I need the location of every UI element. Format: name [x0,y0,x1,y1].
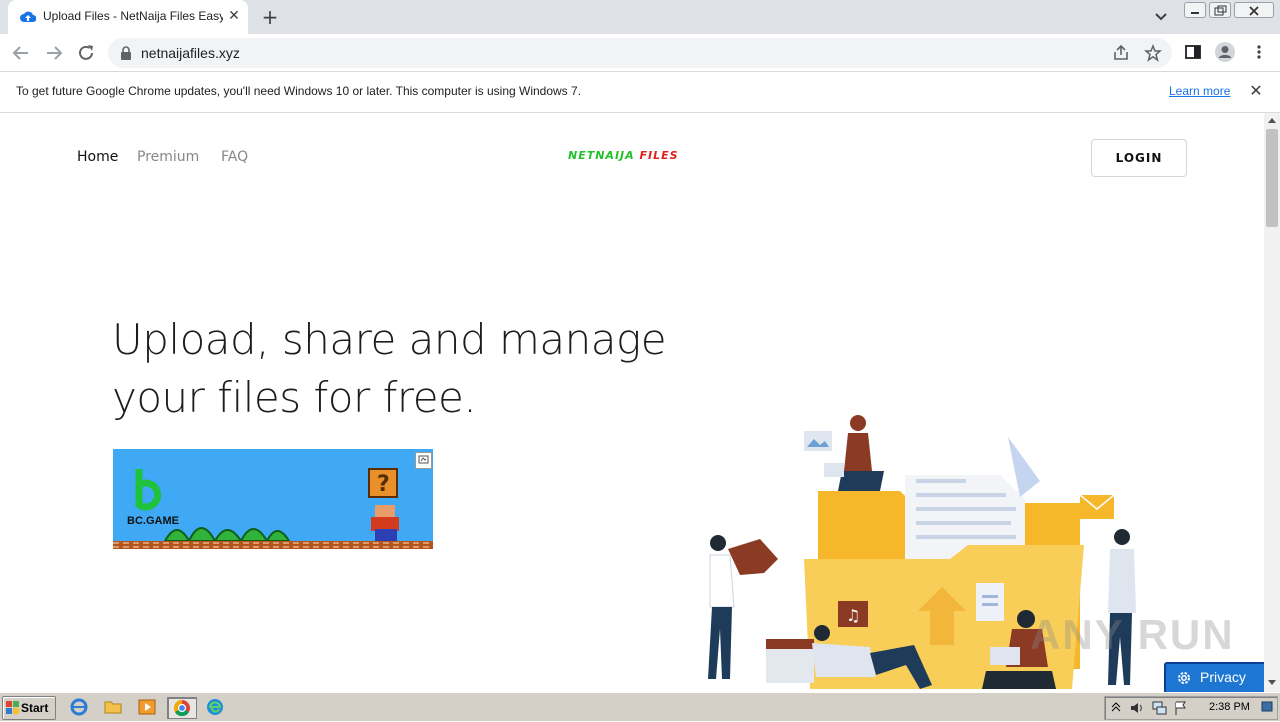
privacy-label: Privacy [1200,669,1246,685]
restore-icon [1214,5,1227,16]
profile-avatar-icon[interactable] [1214,41,1236,63]
tab-title: Upload Files - NetNaija Files Easy Ac [43,9,223,23]
url-text[interactable]: netnaijafiles.xyz [141,45,240,61]
back-arrow-icon[interactable] [10,42,32,64]
ad-info-icon [418,455,429,464]
start-button[interactable]: Start [2,696,56,720]
internet-explorer-icon[interactable] [68,697,90,717]
nav-faq[interactable]: FAQ [221,149,248,165]
anyrun-watermark: ANY RUN [1030,611,1235,658]
logo-netnaija: NETNAIJA [568,149,635,162]
scroll-down-icon[interactable] [1268,678,1276,686]
reload-icon[interactable] [75,42,97,64]
hero-line-1: Upload, share and manage [112,315,667,364]
logo-files: FILES [639,149,679,162]
close-icon [1249,6,1259,16]
hero-heading: Upload, share and manage your files for … [112,311,672,427]
nav-home[interactable]: Home [77,149,118,165]
new-tab-button[interactable]: + [258,6,282,28]
network-icon[interactable] [1151,700,1167,716]
scrollbar-thumb[interactable] [1266,129,1278,227]
minimize-icon [1191,12,1199,14]
hero-line-2: your files for free. [112,373,477,422]
minimize-button[interactable] [1184,2,1206,18]
ad-choices-icon[interactable] [415,452,432,469]
start-label: Start [21,701,49,715]
taskbar: Start 2:38 PM [0,692,1280,721]
svg-text:♫: ♫ [846,606,860,625]
web-page: Home Premium FAQ NETNAIJA FILES LOGIN Up… [0,113,1264,692]
browser-toolbar: netnaijafiles.xyz [0,34,1280,72]
system-tray: 2:38 PM [1104,696,1278,720]
cloud-upload-icon [20,11,36,22]
tab-close-icon[interactable]: ✕ [226,8,242,24]
gear-icon [1178,672,1190,684]
login-button[interactable]: LOGIN [1091,139,1187,177]
site-logo[interactable]: NETNAIJA FILES [568,149,679,162]
media-player-icon[interactable] [136,697,158,717]
learn-more-link[interactable]: Learn more [1169,84,1230,98]
page-scrollbar[interactable] [1264,113,1280,692]
file-explorer-icon[interactable] [102,697,124,717]
chevron-down-icon[interactable] [1152,8,1170,26]
ad-brand-text: BC.GAME [127,515,179,527]
scroll-up-icon[interactable] [1268,117,1276,125]
windows-logo-icon [6,701,19,714]
ad-banner[interactable]: ? BC.GAME [113,449,433,549]
svg-text:?: ? [377,472,390,497]
infobar-message: To get future Google Chrome updates, you… [16,84,582,98]
tab-strip: Upload Files - NetNaija Files Easy Ac ✕ … [0,0,1280,34]
bookmark-star-icon[interactable] [1144,44,1162,62]
active-tab[interactable]: Upload Files - NetNaija Files Easy Ac ✕ [8,0,248,34]
show-desktop-icon[interactable] [1261,700,1273,714]
address-bar[interactable]: netnaijafiles.xyz [108,38,1172,68]
side-panel-icon[interactable] [1184,43,1202,61]
volume-icon[interactable] [1129,700,1145,716]
action-center-flag-icon[interactable] [1173,700,1189,716]
update-infobar: To get future Google Chrome updates, you… [0,72,1280,113]
tray-expand-icon[interactable] [1111,701,1121,713]
restore-button[interactable] [1209,2,1231,18]
ad-artwork: ? [113,468,433,549]
forward-arrow-icon[interactable] [43,42,65,64]
clock[interactable]: 2:38 PM [1209,701,1250,713]
edge-icon[interactable] [204,697,226,717]
privacy-button[interactable]: Privacy [1164,662,1264,692]
nav-premium[interactable]: Premium [137,149,199,165]
infobar-close-icon[interactable]: ✕ [1247,82,1265,100]
kebab-menu-icon[interactable] [1250,43,1268,61]
close-window-button[interactable] [1234,2,1274,18]
share-icon[interactable] [1112,44,1130,62]
chrome-taskbar-button[interactable] [167,697,197,719]
chrome-icon [173,699,190,717]
lock-icon[interactable] [120,46,132,60]
